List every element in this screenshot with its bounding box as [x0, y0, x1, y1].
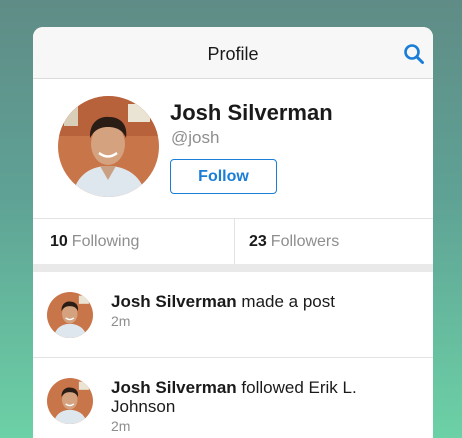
feed-item[interactable]: Josh Silverman followed Erik L. Johnson …	[33, 358, 433, 438]
follow-button[interactable]: Follow	[170, 159, 277, 194]
stats-bar: 10 Following 23 Followers	[33, 218, 433, 264]
page-title: Profile	[207, 44, 259, 64]
search-icon[interactable]	[403, 43, 425, 65]
feed-actor[interactable]: Josh Silverman	[111, 292, 237, 311]
feed-avatar	[47, 378, 93, 424]
top-bar: Profile	[33, 27, 433, 79]
following-stat[interactable]: 10 Following	[33, 219, 234, 264]
feed-avatar	[47, 292, 93, 338]
feed-text: Josh Silverman made a post 2m	[111, 292, 411, 330]
feed-action: made a post	[241, 292, 335, 311]
following-label: Following	[71, 232, 140, 250]
feed-item[interactable]: Josh Silverman made a post 2m	[33, 272, 433, 358]
feed-time: 2m	[111, 313, 131, 329]
following-count: 10	[50, 232, 68, 250]
followers-count: 23	[249, 232, 267, 250]
profile-handle: @josh	[171, 128, 220, 147]
feed-text: Josh Silverman followed Erik L. Johnson …	[111, 378, 411, 435]
profile-card: Profile Josh Silverman @josh Follow 10 F…	[33, 27, 433, 438]
feed-time: 2m	[111, 418, 131, 434]
profile-header: Josh Silverman @josh Follow	[33, 79, 433, 218]
section-divider	[33, 264, 433, 272]
profile-name: Josh Silverman	[170, 100, 333, 125]
followers-stat[interactable]: 23 Followers	[234, 219, 433, 264]
followers-label: Followers	[270, 232, 340, 250]
avatar	[58, 96, 159, 197]
feed-actor[interactable]: Josh Silverman	[111, 378, 237, 397]
